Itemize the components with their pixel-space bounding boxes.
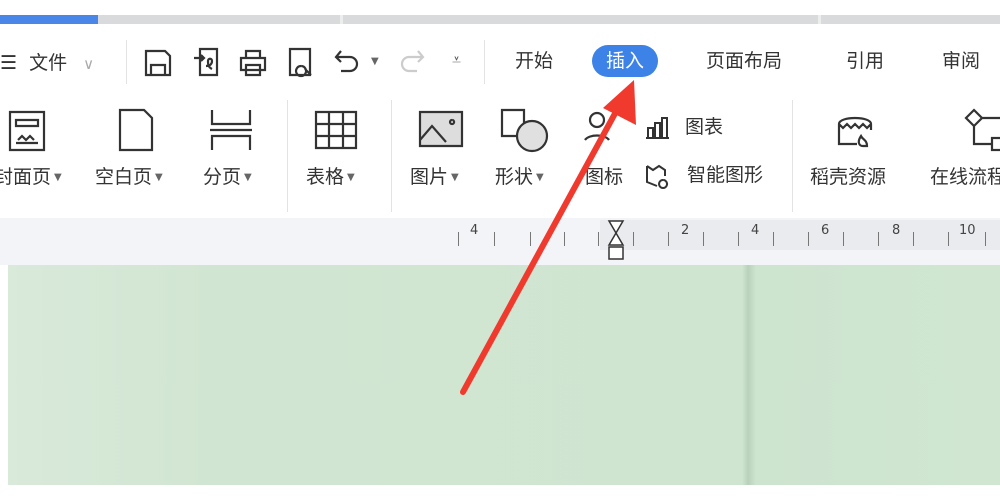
chart-icon (646, 116, 669, 139)
ruler-label: 10 (959, 223, 976, 238)
flowchart-icon (964, 108, 1000, 152)
hamburger-icon: ☰ (0, 52, 18, 74)
chevron-down-icon: ∨ (83, 55, 95, 73)
store-icon (837, 116, 873, 148)
smart-art-label: 智能图形 (687, 164, 764, 186)
chart-label: 图表 (685, 116, 724, 138)
ribbon-chart[interactable]: 图表 (645, 112, 723, 140)
tab-separator (818, 15, 821, 24)
blank-page-icon (118, 108, 154, 152)
tab-home[interactable]: 开始 (501, 45, 567, 77)
undo-icon[interactable] (333, 48, 363, 78)
ruler-label: 4 (751, 223, 760, 238)
shape-icon (500, 108, 549, 153)
smart-art-icon (646, 164, 669, 189)
cover-page-icon (8, 110, 46, 152)
table-icon (314, 110, 358, 150)
ruler-label: 2 (681, 223, 690, 238)
tab-page-layout[interactable]: 页面布局 (692, 45, 796, 77)
document-page-area[interactable] (8, 265, 1000, 485)
icon-label: 图标 (585, 166, 624, 188)
icons-icon (584, 111, 610, 141)
docer-resources-label: 稻壳资源 (810, 166, 887, 188)
print-preview-icon[interactable] (287, 46, 317, 78)
indent-marker-icon[interactable] (607, 219, 627, 261)
undo-dropdown-icon[interactable]: ▼ (371, 56, 379, 67)
online-flowchart-label: 在线流程图 (930, 166, 1000, 188)
ribbon-smart-art[interactable]: 智能图形 (645, 160, 763, 190)
file-menu[interactable]: ☰ 文件 ∨ (0, 48, 94, 75)
tab-insert[interactable]: 插入 (592, 45, 659, 77)
active-tab-indicator (0, 15, 98, 24)
tab-references[interactable]: 引用 (832, 45, 898, 77)
document-tab-strip[interactable] (0, 15, 1000, 24)
tab-review[interactable]: 审阅 (928, 45, 994, 77)
cover-page-label: 封面页 ▼ (0, 166, 62, 188)
customize-icon[interactable]: ⩡ (452, 50, 461, 70)
ruler-label: 4 (470, 223, 479, 238)
ruler-label: 6 (821, 223, 830, 238)
blank-page-label: 空白页 ▼ (95, 166, 163, 188)
ruler-label: 8 (892, 223, 901, 238)
picture-icon (418, 110, 464, 148)
redo-icon[interactable] (398, 48, 428, 78)
tab-separator (340, 15, 343, 24)
ruler-text-area (600, 220, 1000, 250)
picture-label: 图片 ▼ (410, 166, 459, 188)
export-pdf-icon[interactable] (192, 46, 222, 78)
file-menu-label: 文件 (29, 52, 68, 74)
save-icon[interactable] (143, 48, 173, 78)
table-label: 表格 ▼ (306, 166, 355, 188)
page-break-icon (210, 110, 252, 150)
print-icon[interactable] (238, 48, 268, 78)
shape-label: 形状 ▼ (495, 166, 544, 188)
page-break-label: 分页 ▼ (203, 166, 252, 188)
